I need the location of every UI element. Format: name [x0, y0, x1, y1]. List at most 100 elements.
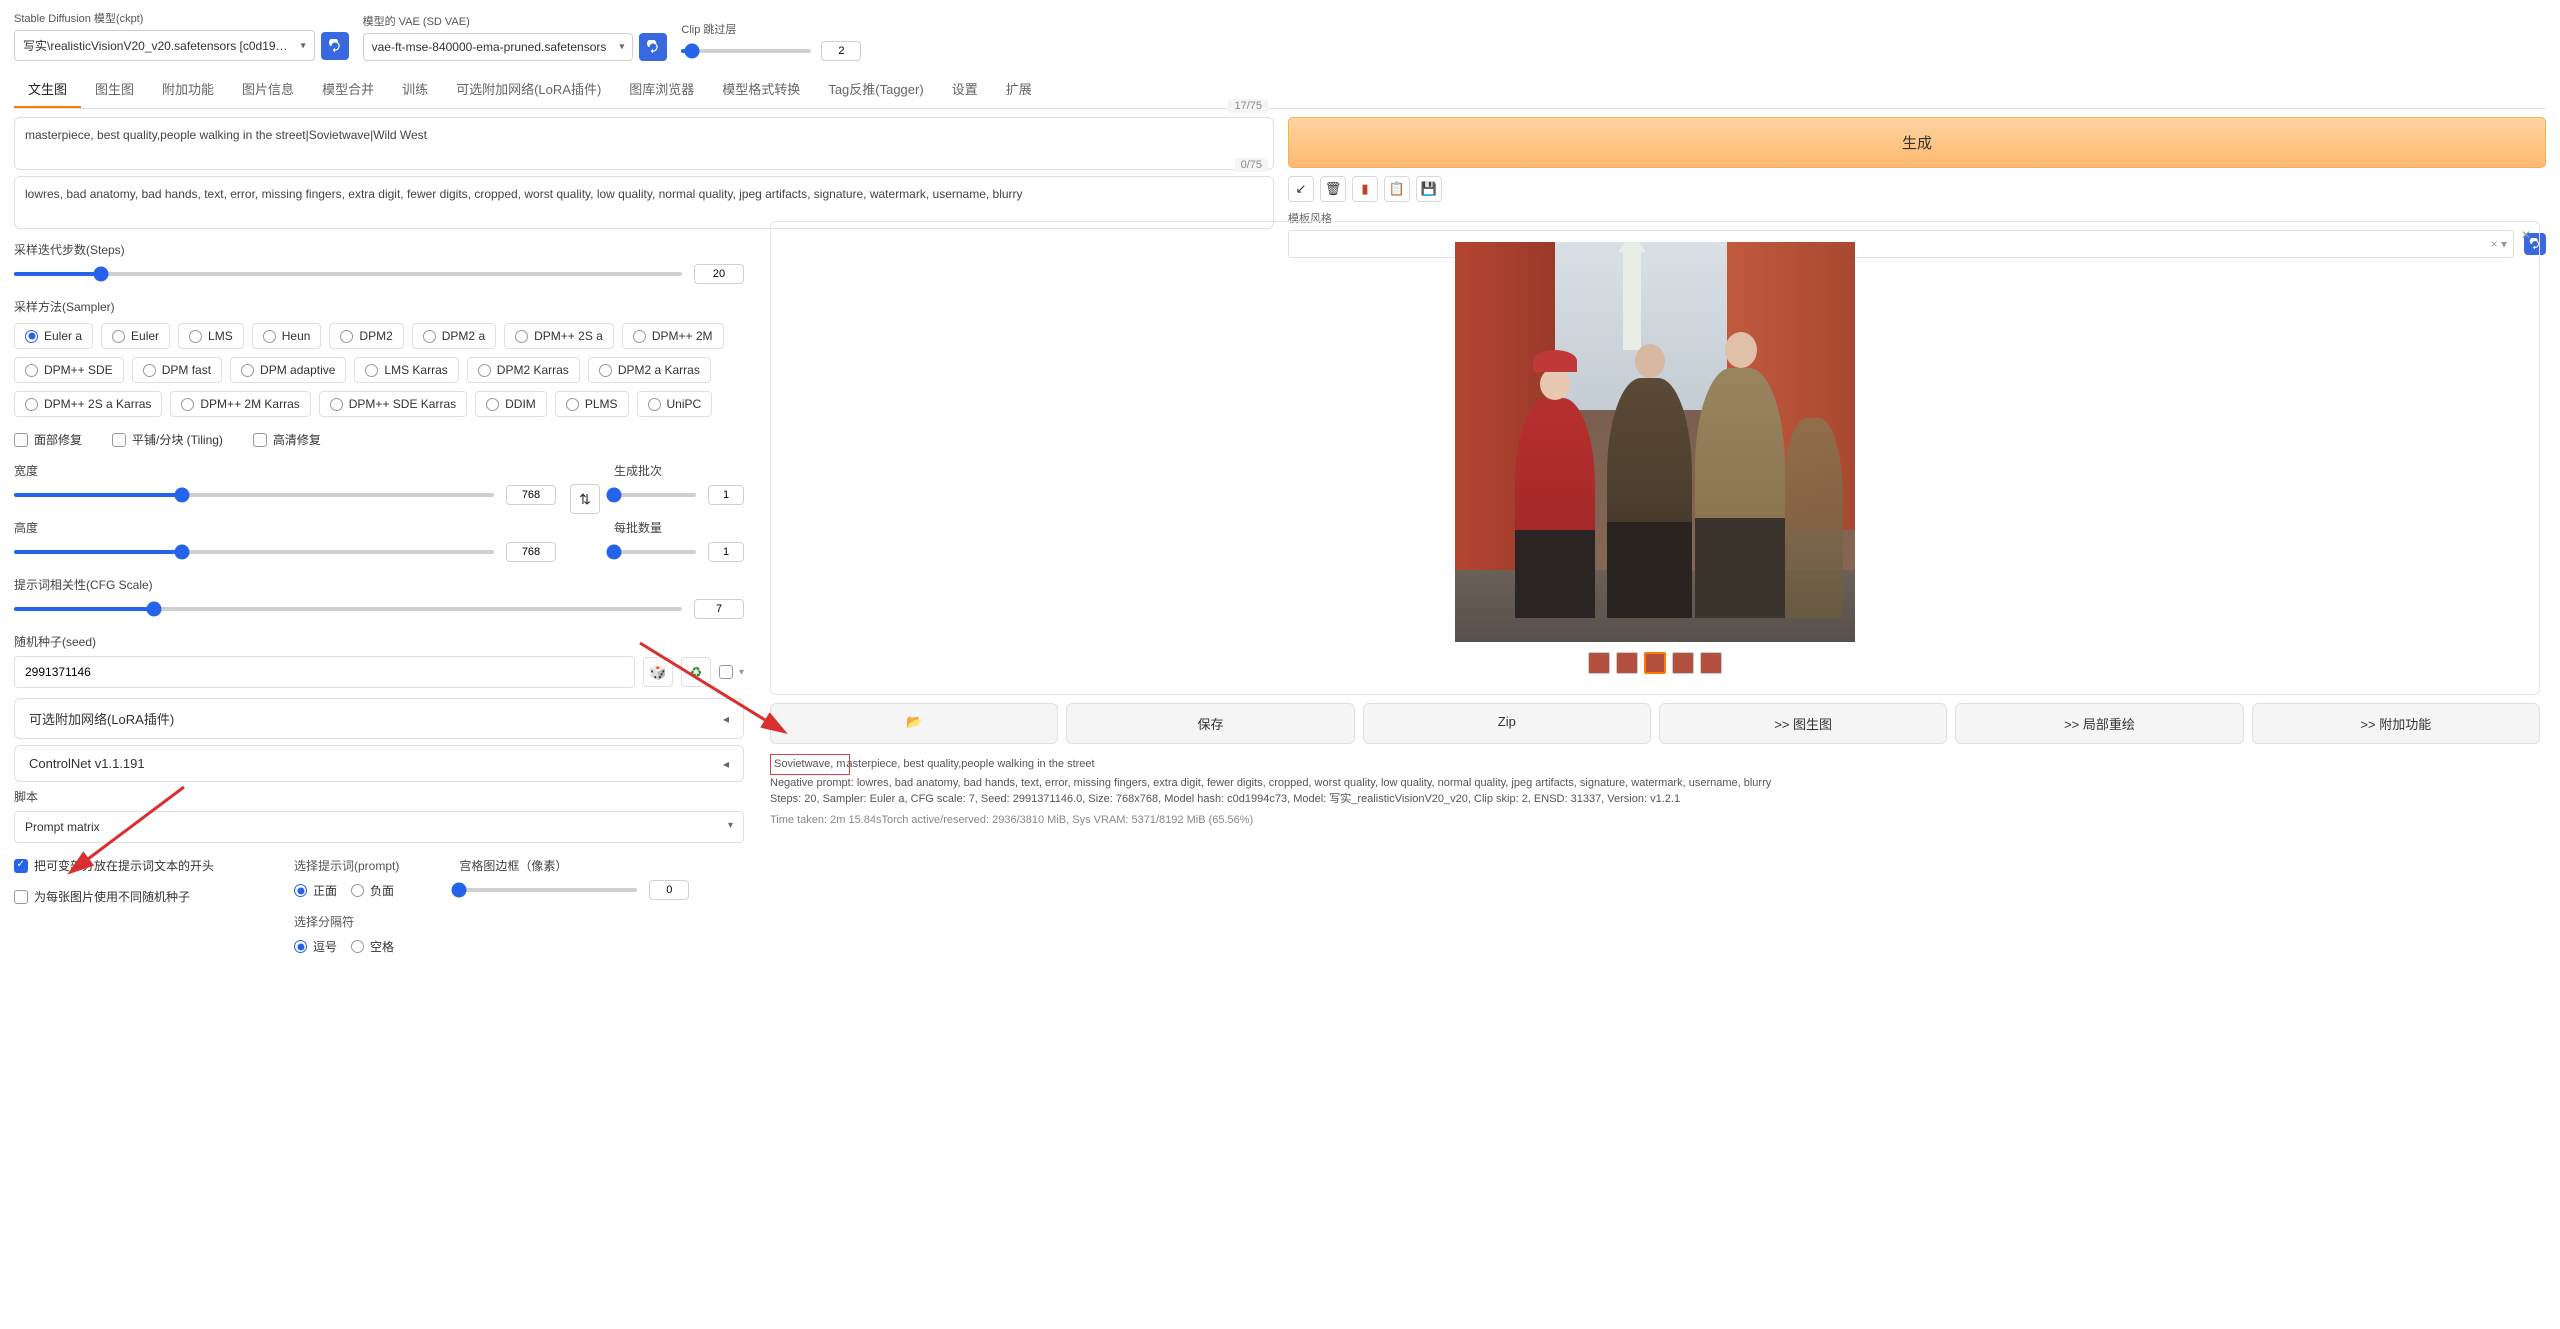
tab-pnginfo[interactable]: 图片信息	[228, 71, 308, 108]
sampler-option[interactable]: DPM++ SDE	[14, 357, 124, 383]
clip-value[interactable]	[821, 41, 861, 61]
script-select[interactable]: Prompt matrix	[14, 811, 744, 843]
batch-count-value[interactable]	[708, 485, 744, 505]
ckpt-refresh-button[interactable]	[321, 32, 349, 60]
script-label: 脚本	[14, 788, 744, 805]
output-gallery: ✕	[770, 221, 2540, 695]
cfg-slider[interactable]	[14, 607, 682, 611]
controlnet-accordion[interactable]: ControlNet v1.1.191 ◂	[14, 745, 744, 782]
chevron-left-icon: ◂	[723, 712, 729, 726]
sampler-option[interactable]: PLMS	[555, 391, 629, 417]
pm-margin-value[interactable]	[649, 880, 689, 900]
tab-convert[interactable]: 模型格式转换	[708, 71, 814, 108]
save-button[interactable]: 保存	[1066, 703, 1354, 744]
tab-extensions[interactable]: 扩展	[992, 71, 1046, 108]
sampler-option[interactable]: Euler	[101, 323, 170, 349]
cfg-value[interactable]	[694, 599, 744, 619]
face-restore-check[interactable]: 面部修复	[14, 431, 82, 448]
sampler-option[interactable]: DPM fast	[132, 357, 222, 383]
thumb-2[interactable]	[1616, 652, 1638, 674]
sampler-option[interactable]: DPM2	[329, 323, 403, 349]
trash-icon-button[interactable]: 🗑	[1320, 176, 1346, 202]
sampler-option[interactable]: DPM2 Karras	[467, 357, 580, 383]
thumb-1[interactable]	[1588, 652, 1610, 674]
tab-tagger[interactable]: Tag反推(Tagger)	[814, 71, 937, 108]
gallery-close-icon[interactable]: ✕	[2521, 228, 2531, 242]
to-img2img-button[interactable]: >> 图生图	[1659, 703, 1947, 744]
vae-refresh-button[interactable]	[639, 33, 667, 61]
steps-value[interactable]	[694, 264, 744, 284]
batch-count-slider[interactable]	[614, 493, 696, 497]
seed-input[interactable]	[14, 656, 635, 688]
refresh-icon	[328, 39, 342, 53]
sampler-option[interactable]: DPM adaptive	[230, 357, 346, 383]
tab-settings[interactable]: 设置	[938, 71, 992, 108]
pm-diff-seed-check[interactable]: 为每张图片使用不同随机种子	[14, 888, 234, 905]
batch-count-label: 生成批次	[614, 462, 744, 479]
tab-img2img[interactable]: 图生图	[81, 71, 148, 108]
sampler-option[interactable]: DPM2 a	[412, 323, 496, 349]
sampler-option[interactable]: Heun	[252, 323, 322, 349]
vae-label: 模型的 VAE (SD VAE)	[363, 13, 668, 29]
clip-slider[interactable]	[681, 49, 811, 53]
tab-lora[interactable]: 可选附加网络(LoRA插件)	[442, 71, 615, 108]
arrow-icon-button[interactable]: ↙	[1288, 176, 1314, 202]
sampler-option[interactable]: LMS	[178, 323, 244, 349]
sampler-option[interactable]: UniPC	[637, 391, 713, 417]
thumb-3[interactable]	[1644, 652, 1666, 674]
sampler-option[interactable]: DPM++ 2S a Karras	[14, 391, 162, 417]
steps-label: 采样迭代步数(Steps)	[14, 241, 744, 258]
thumb-5[interactable]	[1700, 652, 1722, 674]
pm-variable-front-check[interactable]: 把可变部分放在提示词文本的开头	[14, 857, 234, 874]
ckpt-label: Stable Diffusion 模型(ckpt)	[14, 10, 349, 26]
swap-dimensions-button[interactable]: ⇅	[570, 484, 600, 514]
height-value[interactable]	[506, 542, 556, 562]
clipboard-button[interactable]: 📋	[1384, 176, 1410, 202]
pm-comma-radio[interactable]: 逗号	[294, 938, 337, 955]
output-image[interactable]	[1455, 242, 1855, 642]
sampler-option[interactable]: DPM++ 2M	[622, 323, 724, 349]
batch-size-slider[interactable]	[614, 550, 696, 554]
batch-size-value[interactable]	[708, 542, 744, 562]
to-extras-button[interactable]: >> 附加功能	[2252, 703, 2540, 744]
width-slider[interactable]	[14, 493, 494, 497]
seed-random-button[interactable]: 🎲	[643, 657, 673, 687]
zip-button[interactable]: Zip	[1363, 703, 1651, 744]
generate-button[interactable]: 生成	[1288, 117, 2546, 168]
tab-extras[interactable]: 附加功能	[148, 71, 228, 108]
sampler-option[interactable]: DPM++ 2S a	[504, 323, 614, 349]
pm-select-prompt-label: 选择提示词(prompt)	[294, 857, 399, 874]
save-icon-button[interactable]: 💾	[1416, 176, 1442, 202]
pm-margin-slider[interactable]	[459, 888, 637, 892]
lora-accordion[interactable]: 可选附加网络(LoRA插件) ◂	[14, 698, 744, 739]
tab-gallery[interactable]: 图库浏览器	[615, 71, 708, 108]
open-folder-button[interactable]: 📂	[770, 703, 1058, 744]
hires-check[interactable]: 高清修复	[253, 431, 321, 448]
preset1-button[interactable]: ▮	[1352, 176, 1378, 202]
tab-train[interactable]: 训练	[388, 71, 442, 108]
tab-txt2img[interactable]: 文生图	[14, 71, 81, 108]
sampler-option[interactable]: DPM++ SDE Karras	[319, 391, 467, 417]
sampler-option[interactable]: LMS Karras	[354, 357, 458, 383]
prompt-input[interactable]: masterpiece, best quality,people walking…	[14, 117, 1274, 170]
tab-merge[interactable]: 模型合并	[308, 71, 388, 108]
sampler-option[interactable]: DPM++ 2M Karras	[170, 391, 310, 417]
sampler-option[interactable]: Euler a	[14, 323, 93, 349]
pm-positive-radio[interactable]: 正面	[294, 882, 337, 899]
seed-extra-check[interactable]: ▾	[719, 665, 744, 679]
tiling-check[interactable]: 平铺/分块 (Tiling)	[112, 431, 223, 448]
main-tabs: 文生图 图生图 附加功能 图片信息 模型合并 训练 可选附加网络(LoRA插件)…	[14, 71, 2546, 109]
seed-reuse-button[interactable]: ♻	[681, 657, 711, 687]
ckpt-select[interactable]: 写实\realisticVisionV20_v20.safetensors [c…	[14, 30, 315, 61]
width-value[interactable]	[506, 485, 556, 505]
seed-label: 随机种子(seed)	[14, 633, 744, 650]
height-slider[interactable]	[14, 550, 494, 554]
to-inpaint-button[interactable]: >> 局部重绘	[1955, 703, 2243, 744]
steps-slider[interactable]	[14, 272, 682, 276]
sampler-option[interactable]: DPM2 a Karras	[588, 357, 711, 383]
pm-negative-radio[interactable]: 负面	[351, 882, 394, 899]
vae-select[interactable]: vae-ft-mse-840000-ema-pruned.safetensors	[363, 33, 634, 61]
thumb-4[interactable]	[1672, 652, 1694, 674]
sampler-option[interactable]: DDIM	[475, 391, 547, 417]
pm-space-radio[interactable]: 空格	[351, 938, 394, 955]
